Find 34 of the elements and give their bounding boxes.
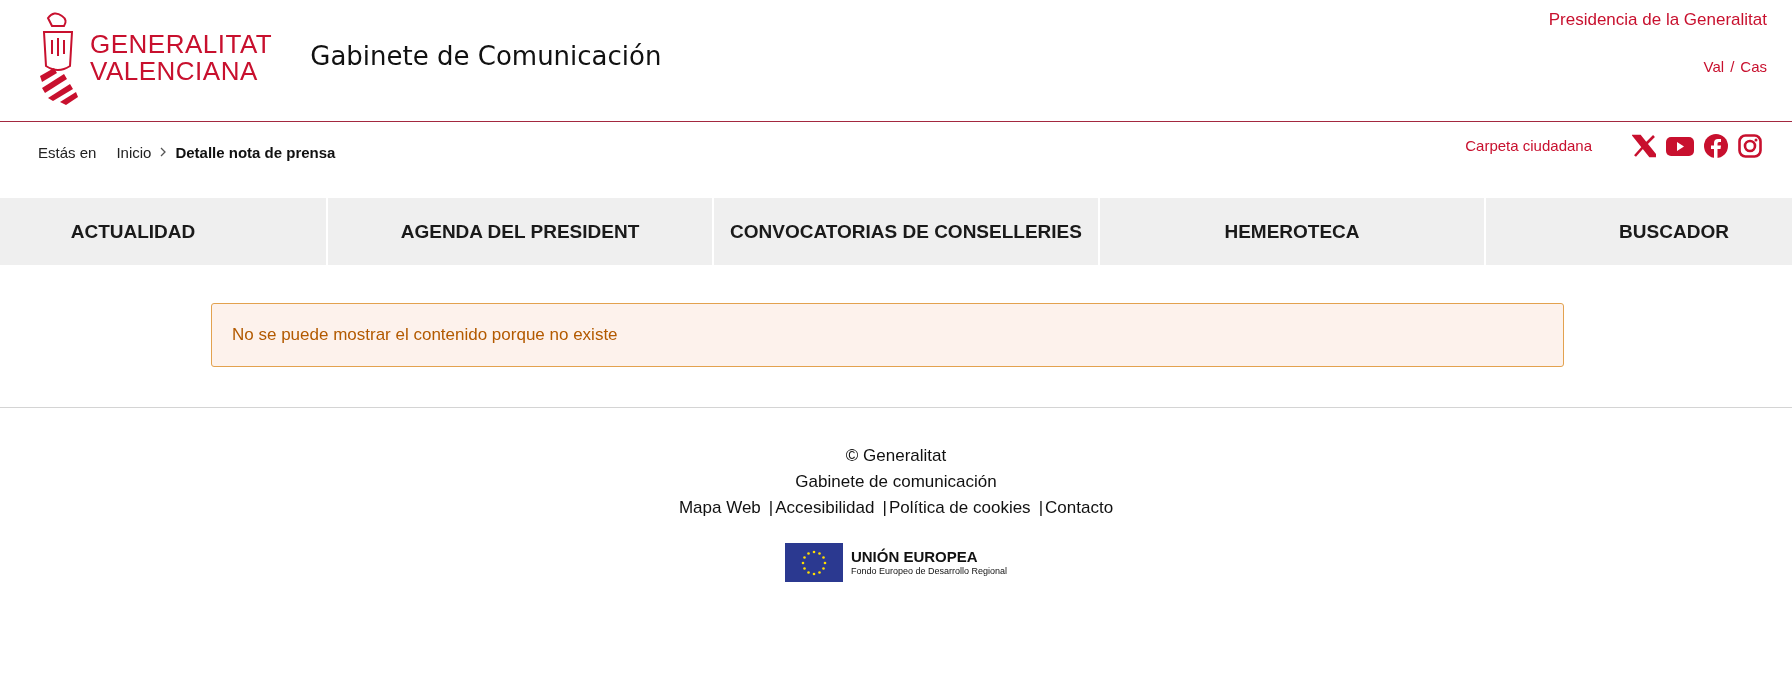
facebook-icon[interactable] — [1704, 134, 1728, 158]
eu-subtitle: Fondo Europeo de Desarrollo Regional — [850, 567, 1008, 576]
nav-tab[interactable]: ACTUALIDAD — [0, 198, 326, 265]
footer-link[interactable]: Accesibilidad — [775, 495, 875, 521]
logo-text: GENERALITAT — [90, 30, 273, 58]
language-link[interactable]: Val — [1703, 58, 1725, 75]
flag-icon — [784, 543, 843, 582]
logo-text: VALENCIANA — [90, 57, 259, 85]
site-title: Gabinete de Comunicación — [310, 40, 662, 71]
separator: | — [882, 497, 887, 519]
chevron-right-icon — [159, 147, 168, 157]
breadcrumb-label: Estás en — [38, 143, 97, 161]
breadcrumb-link[interactable]: Inicio — [116, 143, 152, 161]
footer-subtitle: Gabinete de comunicación — [795, 471, 997, 493]
alert-message: No se puede mostrar el contenido porque no existe — [211, 303, 1564, 367]
organization-link[interactable]: Presidencia de la Generalitat — [1548, 10, 1767, 30]
eu-title: UNIÓN EUROPEA — [850, 549, 979, 564]
play-button-icon[interactable] — [1666, 134, 1694, 158]
footer-link[interactable]: Contacto — [1045, 495, 1114, 521]
crest-icon[interactable] — [38, 9, 80, 106]
citizen-folder-link[interactable]: Carpeta ciudadana — [1465, 137, 1592, 154]
nav-tab[interactable]: AGENDA DEL PRESIDENT — [328, 198, 712, 265]
nav-tab[interactable]: CONVOCATORIAS DE CONSELLERIES — [714, 198, 1098, 265]
language-link[interactable]: Cas — [1740, 58, 1767, 75]
nav-tab[interactable]: HEMEROTECA — [1100, 198, 1484, 265]
separator: / — [1730, 58, 1735, 75]
separator: | — [1038, 497, 1044, 519]
copyright-text: © Generalitat — [845, 445, 947, 467]
nav-tab[interactable]: BUSCADOR — [1486, 198, 1792, 265]
x-letter-icon[interactable] — [1632, 134, 1656, 158]
footer-link[interactable]: Mapa Web — [678, 495, 761, 521]
camera-icon[interactable] — [1738, 134, 1762, 158]
footer-link[interactable]: Política de cookies — [888, 495, 1031, 521]
separator: | — [768, 497, 774, 519]
